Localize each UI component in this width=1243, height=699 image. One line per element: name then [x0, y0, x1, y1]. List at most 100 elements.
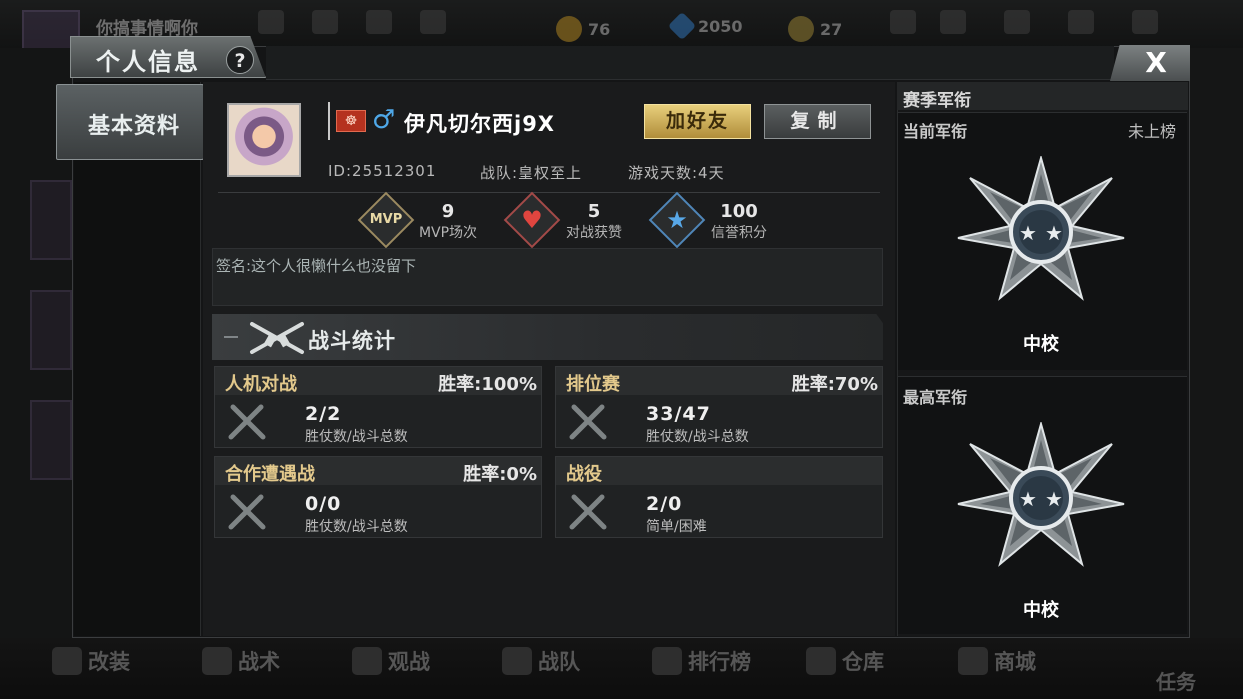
card-value: 33/47 — [646, 403, 711, 425]
rank-badge-icon: ★ ★ — [957, 156, 1125, 301]
mail-icon — [1004, 10, 1030, 34]
card-coop: 合作遭遇战 胜率:0% 0/0 胜仗数/战斗总数 — [214, 456, 542, 538]
player-id: ID:25512301 — [328, 162, 437, 180]
card-campaign: 战役 2/0 简单/困难 — [555, 456, 883, 538]
background-bottom-bar — [0, 638, 1243, 699]
currency-gold: 76 — [556, 16, 610, 42]
crossed-swords-icon — [228, 494, 266, 530]
section-dash — [224, 336, 238, 338]
currency-diamond: 2050 — [667, 11, 743, 41]
background-left-card — [30, 290, 72, 370]
signature-text: 签名:这个人很懒什么也没留下 — [212, 248, 883, 306]
skull-icon — [202, 647, 232, 675]
side-panel — [74, 82, 201, 636]
diamond-amount: 2050 — [698, 16, 743, 36]
gold-coin-icon — [556, 16, 582, 42]
shop-icon — [958, 647, 988, 675]
card-value: 2/0 — [646, 493, 683, 515]
card-win-rate: 胜率:100% — [438, 374, 537, 395]
diamond-icon — [667, 11, 697, 41]
card-caption: 胜仗数/战斗总数 — [646, 429, 749, 445]
mvp-label: MVP场次 — [418, 225, 478, 241]
card-value: 2/2 — [305, 403, 342, 425]
mvp-count: 9 — [441, 201, 455, 222]
nav-label: 改装 — [88, 650, 130, 674]
name-divider — [328, 102, 330, 140]
crossed-rifles-icon — [250, 322, 304, 354]
svg-text:★: ★ — [1019, 487, 1037, 511]
mvp-icon: MVP — [369, 212, 403, 227]
nav-item-spectate: 观战 — [352, 646, 430, 676]
rank-badge-icon: ★ ★ — [957, 422, 1125, 567]
credit-label: 信誉积分 — [711, 225, 767, 241]
book-icon — [1132, 10, 1158, 34]
card-value: 0/0 — [305, 493, 342, 515]
male-gender-icon: ♂ — [372, 105, 396, 135]
nav-label: 战队 — [538, 650, 580, 674]
eye-icon — [352, 647, 382, 675]
ticket-amount: 27 — [820, 19, 843, 39]
leaderboard-status: 未上榜 — [1128, 122, 1177, 141]
gear-icon — [1068, 10, 1094, 34]
highest-rank-name: 中校 — [1023, 600, 1059, 621]
plus-icon — [890, 10, 916, 34]
nav-label: 排行榜 — [688, 650, 751, 674]
star-icon: ★ — [666, 206, 688, 234]
card-ranked: 排位赛 胜率:70% 33/47 胜仗数/战斗总数 — [555, 366, 883, 448]
season-rank-title: 赛季军衔 — [903, 91, 971, 111]
card-caption: 简单/困难 — [646, 519, 707, 535]
battle-stats-title: 战斗统计 — [308, 329, 396, 353]
heart-icon: ♥ — [521, 206, 543, 234]
background-left-card — [30, 400, 72, 480]
nav-item-shop: 商城 — [958, 646, 1036, 676]
home-icon — [258, 10, 284, 34]
flag-icon: ☸ — [336, 110, 366, 132]
avatar[interactable] — [227, 103, 301, 177]
background-right-column — [1190, 48, 1243, 638]
tab-basic-info-label: 基本资料 — [88, 114, 181, 139]
add-friend-button[interactable]: 加好友 — [644, 104, 751, 139]
nav-label: 仓库 — [842, 650, 884, 674]
play-days: 游戏天数:4天 — [628, 164, 725, 182]
card-caption: 胜仗数/战斗总数 — [305, 429, 408, 445]
crossed-swords-icon — [228, 404, 266, 440]
card-pve: 人机对战 胜率:100% 2/2 胜仗数/战斗总数 — [214, 366, 542, 448]
nav-item-upgrade: 改装 — [52, 646, 130, 676]
copy-button[interactable]: 复制 — [764, 104, 871, 139]
current-rank-name: 中校 — [1023, 334, 1059, 355]
grid-menu-icon — [420, 10, 446, 34]
nav-label: 商城 — [994, 650, 1036, 674]
card-header — [556, 457, 882, 485]
card-win-rate: 胜率:70% — [791, 374, 878, 395]
gift-icon — [366, 10, 392, 34]
task-label: 任务 — [1156, 670, 1196, 694]
nav-item-team: 战队 — [502, 646, 580, 676]
close-button[interactable]: X — [1110, 45, 1190, 81]
card-title: 排位赛 — [566, 374, 620, 395]
likes-label: 对战获赞 — [566, 225, 622, 241]
trophy-icon — [652, 647, 682, 675]
current-rank-label: 当前军衔 — [903, 122, 968, 141]
dialog-title-bar — [266, 46, 1114, 80]
nav-item-warehouse: 仓库 — [806, 646, 884, 676]
card-caption: 胜仗数/战斗总数 — [305, 519, 408, 535]
player-name: 伊凡切尔西j9X — [404, 112, 556, 136]
crossed-swords-icon — [569, 404, 607, 440]
nav-label: 观战 — [388, 650, 430, 674]
card-win-rate: 胜率:0% — [463, 464, 537, 485]
card-title: 战役 — [566, 464, 602, 485]
background-left-card — [30, 180, 72, 260]
wrench-icon — [52, 647, 82, 675]
help-button[interactable]: ? — [226, 46, 254, 74]
player-team: 战队:皇权至上 — [480, 164, 583, 182]
nav-label: 战术 — [238, 650, 280, 674]
likes-count: 5 — [587, 201, 601, 222]
shield-icon — [502, 647, 532, 675]
friends-icon — [940, 10, 966, 34]
background-player-name: 你搞事情啊你 — [96, 19, 198, 39]
ticket-icon — [788, 16, 814, 42]
warehouse-icon — [806, 647, 836, 675]
crossed-swords-icon — [569, 494, 607, 530]
card-title: 人机对战 — [225, 374, 297, 395]
highest-rank-label: 最高军衔 — [903, 388, 968, 407]
